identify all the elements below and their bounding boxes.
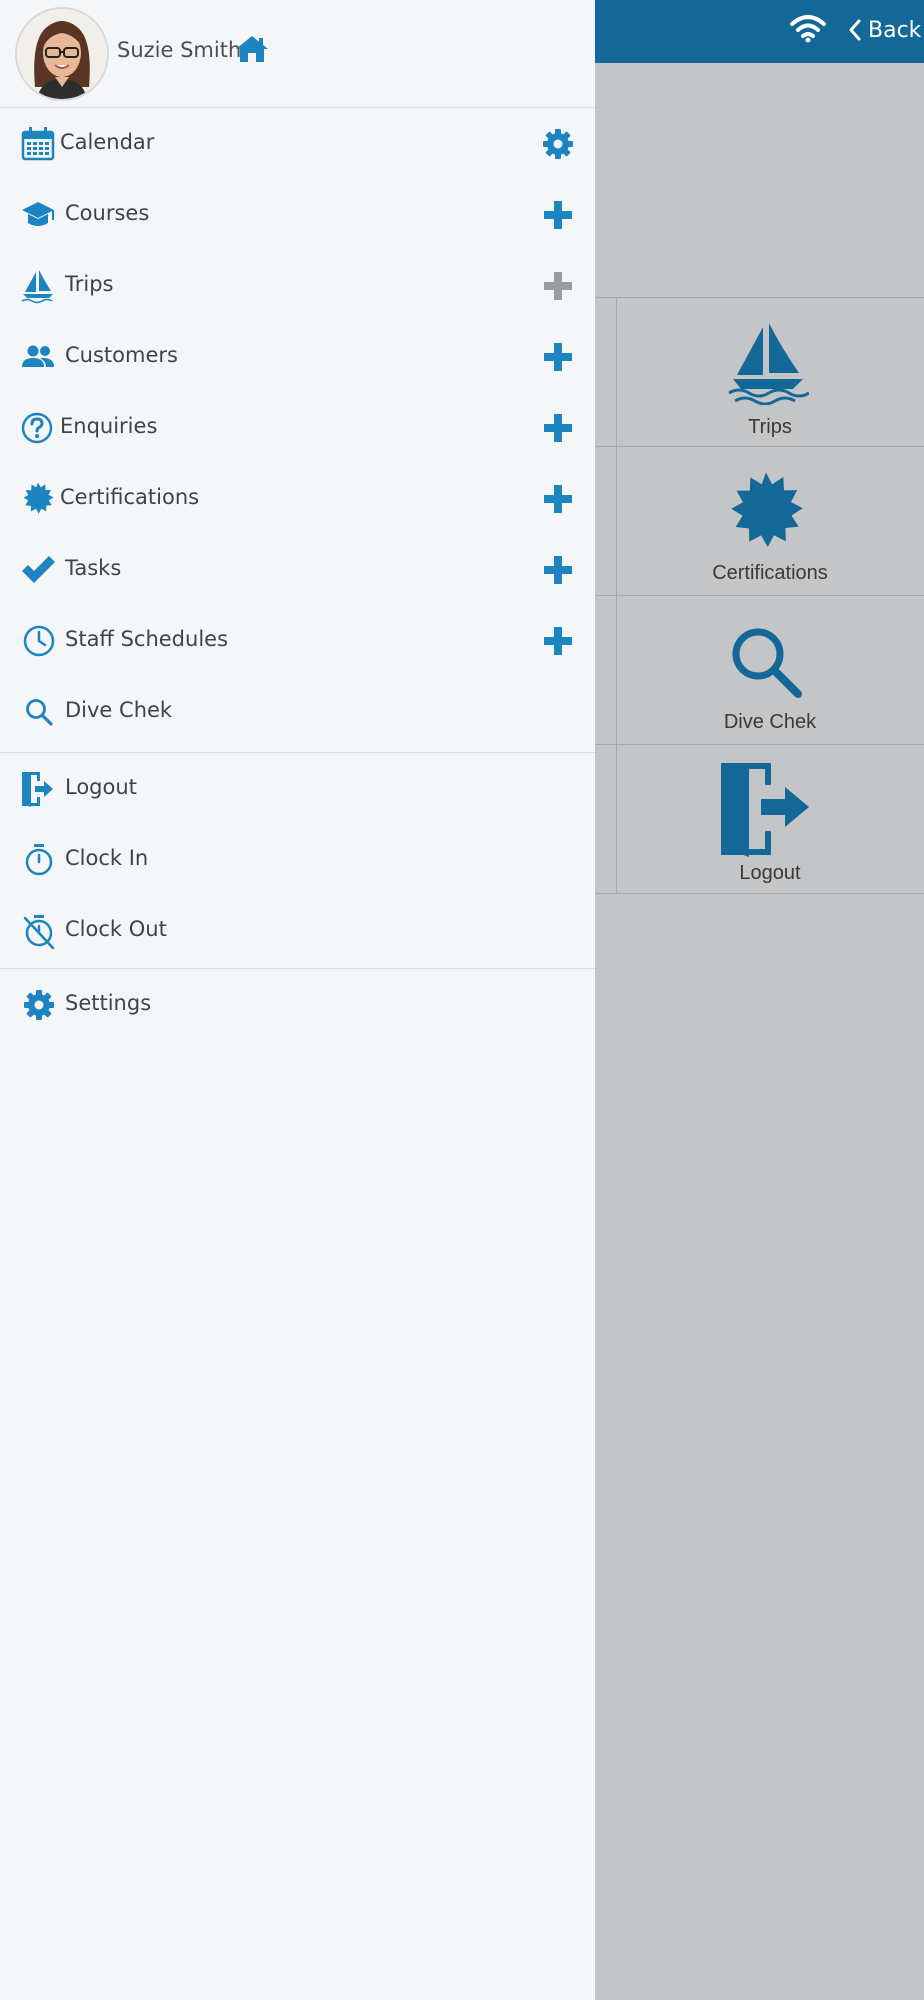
- gear-icon: [24, 990, 54, 1020]
- profile-header: Suzie Smith: [0, 0, 595, 108]
- question-circle-icon: [21, 412, 53, 444]
- plus-icon-disabled[interactable]: [540, 268, 576, 304]
- user-name: Suzie Smith: [117, 38, 242, 62]
- sailboat-icon: [728, 323, 809, 405]
- certificate-badge-icon: [731, 472, 803, 547]
- certificate-badge-icon: [23, 482, 54, 514]
- menu-item-staff-schedules[interactable]: Staff Schedules: [0, 605, 595, 676]
- plus-icon[interactable]: [540, 623, 576, 659]
- menu-label-tasks: Tasks: [65, 556, 122, 580]
- plus-icon[interactable]: [540, 552, 576, 588]
- dashboard-grid: Trips Certifications Dive Chek Logout: [595, 297, 924, 894]
- menu-item-customers[interactable]: Customers: [0, 321, 595, 392]
- back-label: Back: [868, 17, 922, 43]
- side-drawer: Suzie Smith Calendar Courses Trips Custo…: [0, 0, 595, 2000]
- home-icon[interactable]: [235, 34, 269, 64]
- menu-item-clock-out[interactable]: Clock Out: [0, 895, 595, 966]
- menu-item-tasks[interactable]: Tasks: [0, 534, 595, 605]
- user-photo: [17, 9, 107, 99]
- tile-logout[interactable]: Logout: [595, 745, 924, 894]
- menu-item-certifications[interactable]: Certifications: [0, 463, 595, 534]
- clock-icon: [23, 625, 55, 657]
- plus-icon[interactable]: [540, 339, 576, 375]
- gear-icon[interactable]: [540, 126, 576, 162]
- menu-item-logout[interactable]: Logout: [0, 753, 595, 824]
- tile-trips[interactable]: Trips: [595, 298, 924, 447]
- menu-item-dive-chek[interactable]: Dive Chek: [0, 676, 595, 747]
- menu-item-trips[interactable]: Trips: [0, 250, 595, 321]
- tile-certifications[interactable]: Certifications: [595, 447, 924, 596]
- menu-label-staff-schedules: Staff Schedules: [65, 627, 229, 651]
- plus-icon[interactable]: [540, 481, 576, 517]
- menu-label-trips: Trips: [65, 272, 114, 296]
- menu-label-courses: Courses: [65, 201, 150, 225]
- menu-label-certifications: Certifications: [60, 485, 200, 509]
- tile-dive-chek-label: Dive Chek: [723, 711, 817, 733]
- menu-label-clock-out: Clock Out: [65, 917, 167, 941]
- tile-logout-label: Logout: [739, 862, 801, 884]
- menu-label-customers: Customers: [65, 343, 178, 367]
- plus-icon[interactable]: [540, 410, 576, 446]
- tile-trips-label: Trips: [748, 416, 792, 438]
- stopwatch-slash-icon: [23, 915, 55, 949]
- menu-item-courses[interactable]: Courses: [0, 179, 595, 250]
- menu-label-logout: Logout: [65, 775, 137, 799]
- users-icon: [22, 345, 54, 367]
- menu-label-dive-chek: Dive Chek: [65, 698, 173, 722]
- chevron-left-icon: [849, 19, 861, 41]
- menu-item-enquiries[interactable]: Enquiries: [0, 392, 595, 463]
- menu-item-settings[interactable]: Settings: [0, 969, 595, 1040]
- tile-certifications-label: Certifications: [712, 562, 828, 584]
- menu-label-settings: Settings: [65, 991, 152, 1015]
- checkmark-icon: [22, 556, 55, 583]
- menu-item-calendar[interactable]: Calendar: [0, 108, 595, 179]
- search-icon: [26, 699, 53, 726]
- menu-item-clock-in[interactable]: Clock In: [0, 824, 595, 895]
- back-button[interactable]: Back: [848, 14, 921, 46]
- search-icon: [732, 628, 802, 698]
- avatar[interactable]: [15, 7, 109, 101]
- tile-dive-chek[interactable]: Dive Chek: [595, 596, 924, 745]
- logout-door-icon: [721, 763, 809, 857]
- menu-label-enquiries: Enquiries: [60, 414, 158, 438]
- wifi-icon: [790, 15, 826, 43]
- graduation-cap-icon: [22, 202, 54, 226]
- logout-door-icon: [22, 772, 53, 807]
- sailboat-icon: [21, 270, 53, 304]
- plus-icon[interactable]: [540, 197, 576, 233]
- stopwatch-icon: [25, 844, 53, 876]
- menu-label-clock-in: Clock In: [65, 846, 149, 870]
- menu-label-calendar: Calendar: [60, 130, 155, 154]
- calendar-icon: [21, 127, 55, 161]
